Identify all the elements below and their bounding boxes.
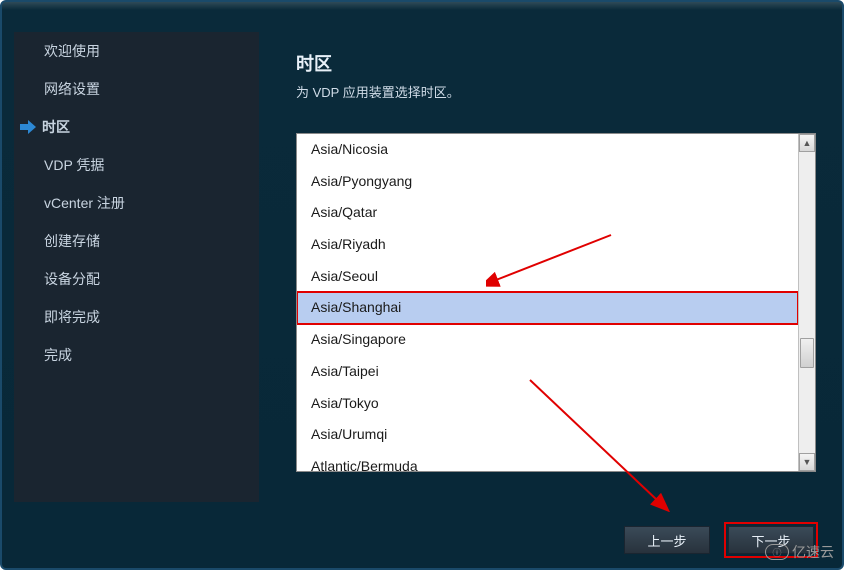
sidebar-item-ready[interactable]: 即将完成 bbox=[14, 298, 259, 336]
sidebar-item-vcenter[interactable]: vCenter 注册 bbox=[14, 184, 259, 222]
watermark: ⓘ 亿速云 bbox=[765, 542, 834, 562]
sidebar-item-label: 网络设置 bbox=[44, 79, 100, 99]
list-item-selected[interactable]: Asia/Shanghai bbox=[297, 292, 798, 324]
list-item[interactable]: Asia/Taipei bbox=[297, 356, 798, 388]
sidebar-item-label: 设备分配 bbox=[44, 269, 100, 289]
list-item[interactable]: Asia/Qatar bbox=[297, 197, 798, 229]
sidebar-item-complete[interactable]: 完成 bbox=[14, 336, 259, 374]
page-title: 时区 bbox=[272, 32, 828, 82]
sidebar-item-label: 完成 bbox=[44, 345, 72, 365]
sidebar-item-credentials[interactable]: VDP 凭据 bbox=[14, 146, 259, 184]
list-item[interactable]: Asia/Singapore bbox=[297, 324, 798, 356]
sidebar-item-label: 时区 bbox=[42, 117, 70, 137]
page-subtitle: 为 VDP 应用装置选择时区。 bbox=[272, 82, 828, 119]
sidebar-item-label: VDP 凭据 bbox=[44, 155, 104, 175]
scroll-thumb[interactable] bbox=[800, 338, 814, 368]
scroll-up-button[interactable]: ▲ bbox=[799, 134, 815, 152]
list-item[interactable]: Asia/Tokyo bbox=[297, 388, 798, 420]
sidebar-item-network[interactable]: 网络设置 bbox=[14, 70, 259, 108]
timezone-list[interactable]: Asia/Nicosia Asia/Pyongyang Asia/Qatar A… bbox=[297, 134, 798, 471]
active-step-arrow-icon bbox=[20, 120, 36, 134]
watermark-text: 亿速云 bbox=[792, 542, 834, 562]
scroll-track[interactable] bbox=[799, 152, 815, 453]
sidebar-item-storage[interactable]: 创建存储 bbox=[14, 222, 259, 260]
sidebar-item-label: 欢迎使用 bbox=[44, 41, 100, 61]
list-item[interactable]: Asia/Nicosia bbox=[297, 134, 798, 166]
sidebar-item-label: 创建存储 bbox=[44, 231, 100, 251]
scroll-down-button[interactable]: ▼ bbox=[799, 453, 815, 471]
list-item[interactable]: Asia/Urumqi bbox=[297, 419, 798, 451]
sidebar-item-label: 即将完成 bbox=[44, 307, 100, 327]
wizard-window: 欢迎使用 网络设置 时区 VDP 凭据 vCenter 注册 创建存储 设备分配 bbox=[0, 0, 844, 570]
sidebar-item-device[interactable]: 设备分配 bbox=[14, 260, 259, 298]
list-item[interactable]: Asia/Seoul bbox=[297, 261, 798, 293]
sidebar-item-label: vCenter 注册 bbox=[44, 193, 125, 213]
list-item[interactable]: Atlantic/Bermuda bbox=[297, 451, 798, 471]
sidebar-item-welcome[interactable]: 欢迎使用 bbox=[14, 32, 259, 70]
list-item[interactable]: Asia/Pyongyang bbox=[297, 166, 798, 198]
main-panel: 时区 为 VDP 应用装置选择时区。 Asia/Nicosia Asia/Pyo… bbox=[272, 32, 828, 554]
timezone-listbox: Asia/Nicosia Asia/Pyongyang Asia/Qatar A… bbox=[296, 133, 816, 472]
watermark-icon: ⓘ bbox=[765, 544, 789, 560]
scrollbar[interactable]: ▲ ▼ bbox=[798, 134, 815, 471]
prev-button[interactable]: 上一步 bbox=[624, 526, 710, 554]
wizard-sidebar: 欢迎使用 网络设置 时区 VDP 凭据 vCenter 注册 创建存储 设备分配 bbox=[14, 32, 259, 502]
sidebar-item-timezone[interactable]: 时区 bbox=[14, 108, 259, 146]
list-item[interactable]: Asia/Riyadh bbox=[297, 229, 798, 261]
